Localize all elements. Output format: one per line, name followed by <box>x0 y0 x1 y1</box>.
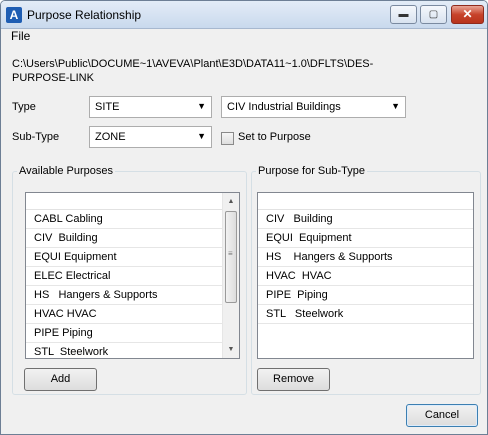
subtype-purposes-list[interactable]: CIV Building EQUI Equipment HS Hangers & S… <box>257 192 474 359</box>
set-to-purpose-label: Set to Purpose <box>238 131 311 143</box>
remove-button[interactable]: Remove <box>257 368 330 391</box>
list-item[interactable]: CIV Building <box>258 210 473 229</box>
aveva-app-icon: A <box>6 7 22 23</box>
subtype-dropdown-value: ZONE <box>95 131 126 143</box>
list-header <box>26 193 239 210</box>
menu-bar: File <box>1 29 487 43</box>
list-item[interactable]: HVAC HVAC <box>258 267 473 286</box>
type-dropdown-value: SITE <box>95 101 120 113</box>
window-title: Purpose Relationship <box>27 8 142 22</box>
subtype-dropdown[interactable]: ZONE ▼ <box>89 126 212 148</box>
scrollbar-thumb[interactable]: ≡ <box>225 211 237 303</box>
menu-file[interactable]: File <box>11 29 30 43</box>
chevron-down-icon: ▼ <box>391 101 400 111</box>
grip-icon: ≡ <box>228 249 233 258</box>
list-item[interactable]: CIV Building <box>26 229 239 248</box>
type-label: Type <box>12 101 36 113</box>
cancel-button[interactable]: Cancel <box>406 404 478 427</box>
set-to-purpose-checkbox[interactable] <box>221 132 234 145</box>
vertical-scrollbar[interactable]: ▲ ≡ ▼ <box>222 193 239 358</box>
purpose-dropdown[interactable]: CIV Industrial Buildings ▼ <box>221 96 406 118</box>
list-item[interactable]: HS Hangers & Supports <box>258 248 473 267</box>
list-item[interactable]: CABL Cabling <box>26 210 239 229</box>
title-bar: A Purpose Relationship ▬ ▢ ✕ <box>1 1 487 29</box>
purpose-dropdown-value: CIV Industrial Buildings <box>227 101 341 113</box>
list-item[interactable]: HVAC HVAC <box>26 305 239 324</box>
subtype-purposes-rows: CIV Building EQUI Equipment HS Hangers & S… <box>258 210 473 324</box>
list-item[interactable]: STL Steelwork <box>258 305 473 324</box>
close-button[interactable]: ✕ <box>451 5 484 24</box>
type-dropdown[interactable]: SITE ▼ <box>89 96 212 118</box>
list-header <box>258 193 473 210</box>
list-item[interactable]: HS Hangers & Supports <box>26 286 239 305</box>
list-item[interactable]: STL Steelwork <box>26 343 239 358</box>
scroll-down-icon[interactable]: ▼ <box>223 341 239 358</box>
scroll-up-icon[interactable]: ▲ <box>223 193 239 210</box>
purpose-relationship-window: A Purpose Relationship ▬ ▢ ✕ File C:\Use… <box>0 0 488 435</box>
available-purposes-list[interactable]: CABL Cabling CIV Building EQUI Equipment EL… <box>25 192 240 359</box>
list-item[interactable]: EQUI Equipment <box>26 248 239 267</box>
list-item[interactable]: ELEC Electrical <box>26 267 239 286</box>
minimize-button[interactable]: ▬ <box>390 5 417 24</box>
chevron-down-icon: ▼ <box>197 131 206 141</box>
subtype-label: Sub-Type <box>12 131 60 143</box>
available-purposes-rows: CABL Cabling CIV Building EQUI Equipment EL… <box>26 210 239 358</box>
list-item[interactable]: EQUI Equipment <box>258 229 473 248</box>
chevron-down-icon: ▼ <box>197 101 206 111</box>
subtype-purposes-title: Purpose for Sub-Type <box>256 165 368 177</box>
add-button[interactable]: Add <box>24 368 97 391</box>
available-purposes-title: Available Purposes <box>17 165 115 177</box>
list-item[interactable]: PIPE Piping <box>26 324 239 343</box>
maximize-button[interactable]: ▢ <box>420 5 447 24</box>
list-item[interactable]: PIPE Piping <box>258 286 473 305</box>
file-path-label: C:\Users\Public\DOCUME~1\AVEVA\Plant\E3D… <box>12 58 374 84</box>
